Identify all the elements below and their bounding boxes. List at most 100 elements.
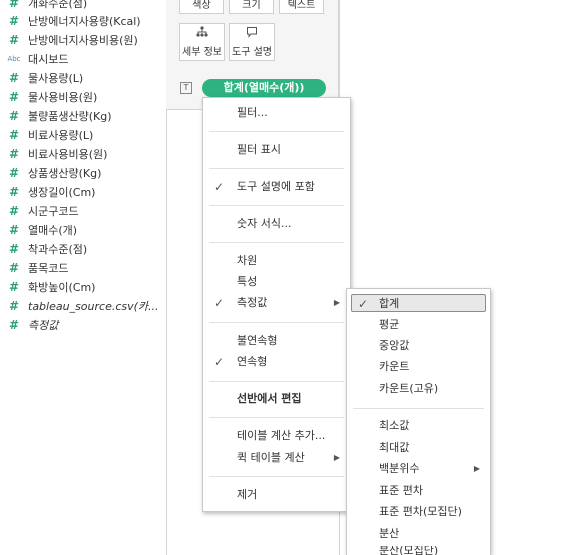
field-label: 화방높이(Cm) (28, 280, 96, 294)
measure-icon: # (8, 13, 20, 28)
measure-icon: # (8, 70, 20, 85)
measure-pill[interactable]: 합계(열매수(개)) (202, 79, 326, 97)
field-item[interactable]: # 측정값 (0, 315, 166, 334)
dimension-icon: Abc (7, 54, 21, 63)
submenu-item-stdev-population[interactable]: 표준 편차(모집단) (347, 503, 490, 521)
detail-icon (196, 26, 208, 41)
field-label: 상품생산량(Kg) (28, 166, 102, 180)
menu-separator (209, 131, 344, 132)
menu-separator (209, 168, 344, 169)
field-label: 시군구코드 (28, 204, 79, 218)
submenu-item-median[interactable]: 중앙값 (347, 337, 490, 355)
size-button[interactable]: 크기 (229, 0, 274, 14)
field-item[interactable]: # 난방에너지사용량(Kcal) (0, 11, 166, 30)
text-mark-icon: T (180, 82, 192, 94)
pill-context-menu: 필터... 필터 표시 ✓ 도구 설명에 포함 숫자 서식... 차원 특성 ✓ 측… (202, 97, 351, 512)
field-label: 난방에너지사용비용(원) (28, 33, 138, 47)
measure-icon: # (8, 127, 20, 142)
field-label: 개화수준(점) (28, 0, 88, 10)
submenu-item-average[interactable]: 평균 (347, 316, 490, 334)
field-item[interactable]: # 비료사용비용(원) (0, 144, 166, 163)
field-label: 비료사용량(L) (28, 128, 94, 142)
measure-icon: # (8, 260, 20, 275)
submenu-item-stdev[interactable]: 표준 편차 (347, 482, 490, 500)
submenu-item-percentile[interactable]: 백분위수 ▶ (347, 460, 490, 478)
submenu-item-min[interactable]: 최소값 (347, 417, 490, 435)
detail-button[interactable]: 세부 정보 (179, 23, 225, 61)
submenu-arrow-icon: ▶ (333, 453, 340, 462)
menu-item-discrete[interactable]: 불연속형 (203, 332, 350, 350)
field-item[interactable]: # 난방에너지사용비용(원) (0, 30, 166, 49)
submenu-item-count-distinct[interactable]: 카운트(고유) (347, 380, 490, 398)
menu-separator (209, 417, 344, 418)
field-label: 비료사용비용(원) (28, 147, 108, 161)
submenu-item-count[interactable]: 카운트 (347, 358, 490, 376)
field-item[interactable]: # 비료사용량(L) (0, 125, 166, 144)
field-item[interactable]: # 품목코드 (0, 258, 166, 277)
measure-icon: # (8, 317, 20, 332)
tooltip-button[interactable]: 도구 설명 (229, 23, 275, 61)
menu-item-number-format[interactable]: 숫자 서식... (203, 215, 350, 233)
menu-item-add-table-calc[interactable]: 테이블 계산 추가... (203, 427, 350, 445)
field-item[interactable]: # 열매수(개) (0, 220, 166, 239)
submenu-item-sum[interactable]: ✓ 합계 (351, 294, 486, 312)
field-label: 불량품생산량(Kg) (28, 109, 112, 123)
measure-icon: # (8, 203, 20, 218)
check-icon: ✓ (214, 355, 225, 369)
measure-icon: # (8, 32, 20, 47)
measure-icon: # (8, 0, 20, 10)
field-label: tableau_source.csv(카... (28, 299, 159, 313)
menu-separator (209, 381, 344, 382)
measure-icon: # (8, 108, 20, 123)
text-button[interactable]: 텍스트 (279, 0, 324, 14)
field-item[interactable]: # 물사용비용(원) (0, 87, 166, 106)
measure-icon: # (8, 146, 20, 161)
field-item[interactable]: # 생장길이(Cm) (0, 182, 166, 201)
menu-item-continuous[interactable]: ✓ 연속형 (203, 353, 350, 371)
field-item[interactable]: # 불량품생산량(Kg) (0, 106, 166, 125)
field-item[interactable]: # tableau_source.csv(카... (0, 296, 166, 315)
measure-submenu: ✓ 합계 평균 중앙값 카운트 카운트(고유) 최소값 최대값 백분위수 ▶ 표준 … (346, 288, 491, 555)
submenu-item-max[interactable]: 최대값 (347, 439, 490, 457)
menu-item-dimension[interactable]: 차원 (203, 252, 350, 270)
submenu-item-variance-population[interactable]: 분산(모집단) (347, 546, 490, 555)
measure-icon: # (8, 279, 20, 294)
menu-item-quick-table-calc[interactable]: 퀵 테이블 계산 ▶ (203, 449, 350, 467)
field-item[interactable]: # 시군구코드 (0, 201, 166, 220)
field-label: 열매수(개) (28, 223, 78, 237)
field-label: 측정값 (28, 318, 59, 332)
field-label: 생장길이(Cm) (28, 185, 96, 199)
menu-item-remove[interactable]: 제거 (203, 486, 350, 504)
menu-separator (209, 242, 344, 243)
tooltip-label: 도구 설명 (232, 47, 272, 58)
menu-separator (209, 322, 344, 323)
menu-item-filter[interactable]: 필터... (203, 104, 350, 122)
menu-item-include-in-tooltip[interactable]: ✓ 도구 설명에 포함 (203, 178, 350, 196)
field-item[interactable]: # 물사용량(L) (0, 68, 166, 87)
field-label: 대시보드 (28, 52, 69, 66)
menu-item-show-filter[interactable]: 필터 표시 (203, 141, 350, 159)
menu-item-edit-in-shelf[interactable]: 선반에서 편집 (203, 390, 350, 408)
measure-icon: # (8, 298, 20, 313)
check-icon: ✓ (214, 180, 225, 194)
field-item[interactable]: # 화방높이(Cm) (0, 277, 166, 296)
field-item[interactable]: # 착과수준(점) (0, 239, 166, 258)
measure-icon: # (8, 241, 20, 256)
check-icon: ✓ (358, 297, 369, 311)
field-label: 난방에너지사용량(Kcal) (28, 14, 141, 28)
measure-icon: # (8, 165, 20, 180)
submenu-item-variance[interactable]: 분산 (347, 525, 490, 543)
detail-label: 세부 정보 (182, 47, 222, 58)
menu-item-measure[interactable]: ✓ 측정값 ▶ (203, 294, 350, 312)
menu-item-attribute[interactable]: 특성 (203, 273, 350, 291)
field-label: 착과수준(점) (28, 242, 88, 256)
marks-pill-row: T 합계(열매수(개)) (180, 78, 326, 98)
field-label: 물사용비용(원) (28, 90, 98, 104)
field-item[interactable]: Abc 대시보드 (0, 49, 166, 68)
menu-separator (209, 476, 344, 477)
submenu-arrow-icon: ▶ (333, 298, 340, 307)
submenu-arrow-icon: ▶ (473, 464, 480, 473)
color-button[interactable]: 색상 (179, 0, 224, 14)
menu-separator (209, 205, 344, 206)
field-item[interactable]: # 상품생산량(Kg) (0, 163, 166, 182)
